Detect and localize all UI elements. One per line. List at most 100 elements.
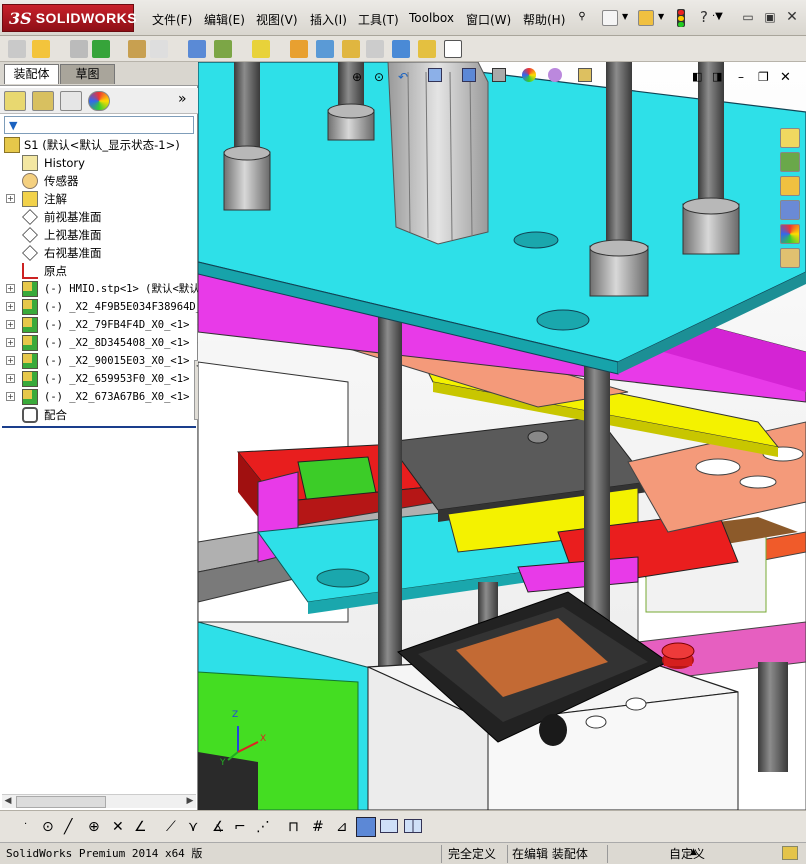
open-dropdown-icon[interactable]: ▼ xyxy=(658,12,664,21)
tree-item[interactable]: History xyxy=(0,154,198,172)
mate-icon[interactable] xyxy=(188,40,206,58)
spline-icon[interactable]: ∠ xyxy=(134,819,150,835)
tree-item[interactable]: + (-) _X2_90015E03_X0_<1> ( xyxy=(0,352,198,370)
previous-view-icon[interactable]: ↶ xyxy=(398,70,408,84)
new-part-icon[interactable] xyxy=(8,40,26,58)
design-library-icon[interactable] xyxy=(780,152,800,172)
dimension-icon[interactable]: ⊓ xyxy=(288,819,304,835)
tree-item[interactable]: 上视基准面 xyxy=(0,226,198,244)
angle-icon[interactable]: ∡ xyxy=(212,819,228,835)
tree-item[interactable]: + (-) _X2_8D345408_X0_<1> ( xyxy=(0,334,198,352)
expand-toggle-icon[interactable]: + xyxy=(6,284,15,293)
menu-file[interactable]: 文件(F) xyxy=(152,11,192,28)
expand-toggle-icon[interactable]: + xyxy=(6,302,15,311)
trim-icon[interactable]: ✕ xyxy=(112,819,128,835)
display-manager-icon[interactable] xyxy=(88,91,110,111)
menu-view[interactable]: 视图(V) xyxy=(256,11,298,28)
window-layout-split-icon[interactable] xyxy=(404,819,422,833)
view-orientation-icon[interactable] xyxy=(462,68,476,82)
status-units[interactable]: 自定义 xyxy=(612,845,762,863)
3d-sketch-icon[interactable] xyxy=(356,817,376,837)
expand-toggle-icon[interactable]: + xyxy=(6,374,15,383)
doc-minimize-icon[interactable]: – xyxy=(738,70,744,84)
polygon-icon[interactable]: ⊕ xyxy=(88,819,104,835)
expand-toggle-icon[interactable]: + xyxy=(6,338,15,347)
menu-insert[interactable]: 插入(I) xyxy=(310,11,347,28)
tab-assembly[interactable]: 装配体 xyxy=(4,64,59,84)
tree-item[interactable]: 右视基准面 xyxy=(0,244,198,262)
pin-icon[interactable]: ⚲ xyxy=(574,10,590,26)
file-explorer-icon[interactable] xyxy=(780,176,800,196)
rebuild-status-icon[interactable] xyxy=(782,846,798,860)
property-manager-icon[interactable] xyxy=(32,91,54,111)
section-view-icon[interactable] xyxy=(428,68,442,82)
menu-window[interactable]: 窗口(W) xyxy=(466,11,511,28)
paperclip-icon[interactable] xyxy=(70,40,88,58)
tree-root[interactable]: S1 (默认<默认_显示状态-1>) xyxy=(0,136,198,154)
gear-icon[interactable] xyxy=(290,40,308,58)
custom-properties-icon[interactable] xyxy=(780,248,800,268)
tree-item[interactable]: + (-) _X2_79FB4F4D_X0_<1> ( xyxy=(0,316,198,334)
scroll-left-icon[interactable]: ◀ xyxy=(2,795,14,808)
rotate-component-icon[interactable] xyxy=(150,40,168,58)
expand-tabs-icon[interactable]: » xyxy=(178,91,187,107)
relation-icon[interactable]: ⊿ xyxy=(336,819,352,835)
tree-filter-input[interactable]: ▼ xyxy=(4,116,194,134)
linear-pattern-icon[interactable] xyxy=(214,40,232,58)
close-icon[interactable]: ✕ xyxy=(784,10,800,24)
view-palette-icon[interactable] xyxy=(780,200,800,220)
grid-icon[interactable]: # xyxy=(312,819,328,835)
point-icon[interactable]: · xyxy=(24,819,40,835)
zoom-to-fit-icon[interactable]: ⊕ xyxy=(352,70,362,84)
construction-icon[interactable]: ⋰ xyxy=(256,819,272,835)
open-folder-icon[interactable] xyxy=(638,10,654,26)
tree-item[interactable]: + 注解 xyxy=(0,190,198,208)
help-question-icon[interactable]: ? xyxy=(700,8,708,26)
menu-help[interactable]: 帮助(H) xyxy=(523,11,565,28)
assembly-icon[interactable] xyxy=(32,40,50,58)
expand-toggle-icon[interactable]: + xyxy=(6,194,15,203)
options-icon[interactable] xyxy=(444,40,462,58)
expand-toggle-icon[interactable]: + xyxy=(6,392,15,401)
section-view-icon[interactable] xyxy=(392,40,410,58)
graphics-area[interactable]: Z X Y ⊕ ⊙ ↶ ◧ ◨ – ❐ ✕ xyxy=(198,62,806,810)
zoom-area-icon[interactable]: ⊙ xyxy=(374,70,384,84)
traffic-light-icon[interactable] xyxy=(677,9,685,27)
expand-toggle-icon[interactable]: + xyxy=(6,320,15,329)
previous-document-icon[interactable]: ◧ xyxy=(692,70,702,83)
menu-tools[interactable]: 工具(T) xyxy=(358,11,399,28)
bill-of-materials-icon[interactable] xyxy=(418,40,436,58)
offset-icon[interactable]: ⟋ xyxy=(166,819,182,835)
solidworks-logo[interactable]: 3S SOLIDWORKS xyxy=(2,4,137,32)
tree-horizontal-scrollbar[interactable]: ◀ ▶ xyxy=(2,794,196,808)
funnel-icon[interactable]: ▼ xyxy=(9,119,17,132)
minimize-icon[interactable]: ▭ xyxy=(740,10,756,24)
scroll-thumb[interactable] xyxy=(16,796,106,808)
tree-item[interactable]: 传感器 xyxy=(0,172,198,190)
edit-appearance-icon[interactable] xyxy=(522,68,536,82)
interference-icon[interactable] xyxy=(342,40,360,58)
tree-item[interactable]: 配合 xyxy=(0,406,198,424)
tree-item[interactable]: 原点 xyxy=(0,262,198,280)
explode-view-icon[interactable] xyxy=(316,40,334,58)
tree-item[interactable]: + (-) HMIO.stp<1> (默认<默认 xyxy=(0,280,198,298)
feature-tree-icon[interactable] xyxy=(4,91,26,111)
display-style-icon[interactable] xyxy=(492,68,506,82)
smart-fasteners-icon[interactable] xyxy=(92,40,110,58)
reference-geometry-icon[interactable] xyxy=(252,40,270,58)
configuration-manager-icon[interactable] xyxy=(60,91,82,111)
tree-item[interactable]: 前视基准面 xyxy=(0,208,198,226)
move-component-icon[interactable] xyxy=(128,40,146,58)
tree-item[interactable]: + (-) _X2_4F9B5E034F38964D_ xyxy=(0,298,198,316)
apply-scene-icon[interactable] xyxy=(548,68,562,82)
restore-icon[interactable]: ▣ xyxy=(762,10,778,24)
appearances-icon[interactable] xyxy=(780,224,800,244)
menu-edit[interactable]: 编辑(E) xyxy=(204,11,245,28)
expand-toggle-icon[interactable]: + xyxy=(6,356,15,365)
tab-sketch[interactable]: 草图 xyxy=(60,64,115,84)
help-dropdown-icon[interactable]: ·▼ xyxy=(712,11,723,22)
circle-icon[interactable]: ⊙ xyxy=(42,819,58,835)
mirror-icon[interactable]: ⋎ xyxy=(188,819,204,835)
tree-item[interactable]: + (-) _X2_673A67B6_X0_<1> ( xyxy=(0,388,198,406)
doc-close-icon[interactable]: ✕ xyxy=(780,70,791,85)
